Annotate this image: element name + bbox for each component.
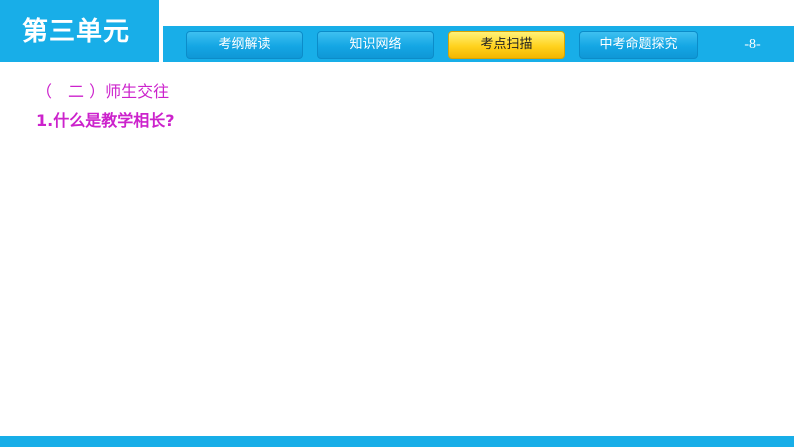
tab-knowledge-network[interactable]: 知识网络	[317, 31, 434, 59]
unit-title-underline	[0, 60, 159, 62]
section-heading: （ 二 ）师生交往	[36, 82, 170, 101]
tab-exam-question-study[interactable]: 中考命题探究	[579, 31, 698, 59]
page-number: -8-	[744, 37, 761, 52]
unit-title: 第三单元	[0, 0, 159, 60]
bottom-bar	[0, 436, 794, 447]
slide: 第三单元 考纲解读 知识网络 考点扫描 中考命题探究 -8- （ 二 ）师生交往…	[0, 0, 794, 447]
tab-exam-outline[interactable]: 考纲解读	[186, 31, 303, 59]
tab-key-points-scan[interactable]: 考点扫描	[448, 31, 565, 59]
question-text: 1.什么是教学相长?	[36, 111, 175, 130]
